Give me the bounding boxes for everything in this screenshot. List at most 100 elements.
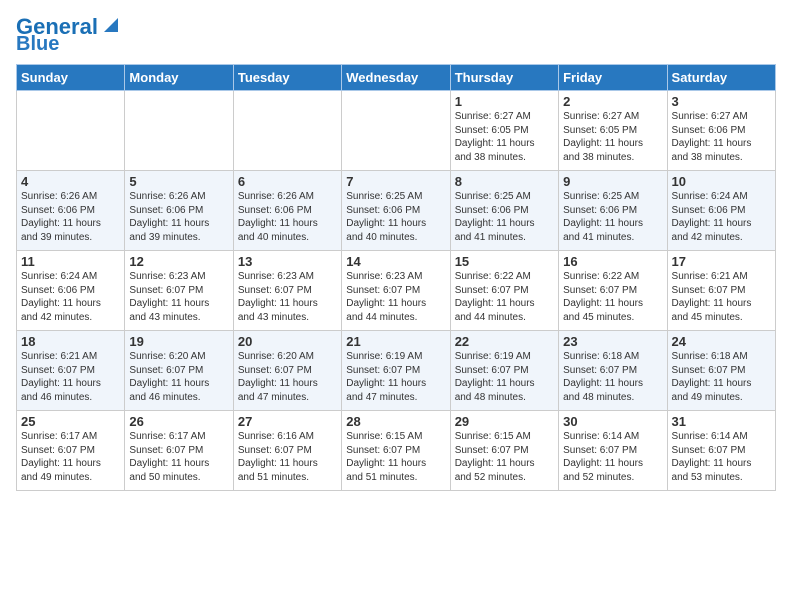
day-number: 27 <box>238 414 337 429</box>
cell-info: Sunrise: 6:20 AMSunset: 6:07 PMDaylight:… <box>238 350 337 404</box>
day-number: 9 <box>563 174 662 189</box>
weekday-header: Saturday <box>667 65 775 91</box>
day-number: 16 <box>563 254 662 269</box>
cell-info: Sunrise: 6:15 AMSunset: 6:07 PMDaylight:… <box>346 430 445 484</box>
calendar-cell: 20Sunrise: 6:20 AMSunset: 6:07 PMDayligh… <box>233 331 341 411</box>
day-number: 7 <box>346 174 445 189</box>
day-number: 30 <box>563 414 662 429</box>
calendar-cell: 14Sunrise: 6:23 AMSunset: 6:07 PMDayligh… <box>342 251 450 331</box>
day-number: 8 <box>455 174 554 189</box>
day-number: 14 <box>346 254 445 269</box>
day-number: 2 <box>563 94 662 109</box>
day-number: 5 <box>129 174 228 189</box>
cell-info: Sunrise: 6:23 AMSunset: 6:07 PMDaylight:… <box>238 270 337 324</box>
day-number: 29 <box>455 414 554 429</box>
cell-info: Sunrise: 6:21 AMSunset: 6:07 PMDaylight:… <box>672 270 771 324</box>
cell-info: Sunrise: 6:22 AMSunset: 6:07 PMDaylight:… <box>563 270 662 324</box>
cell-info: Sunrise: 6:16 AMSunset: 6:07 PMDaylight:… <box>238 430 337 484</box>
day-number: 10 <box>672 174 771 189</box>
calendar-cell: 22Sunrise: 6:19 AMSunset: 6:07 PMDayligh… <box>450 331 558 411</box>
cell-info: Sunrise: 6:24 AMSunset: 6:06 PMDaylight:… <box>672 190 771 244</box>
cell-info: Sunrise: 6:23 AMSunset: 6:07 PMDaylight:… <box>129 270 228 324</box>
cell-info: Sunrise: 6:25 AMSunset: 6:06 PMDaylight:… <box>455 190 554 244</box>
weekday-header: Sunday <box>17 65 125 91</box>
cell-info: Sunrise: 6:22 AMSunset: 6:07 PMDaylight:… <box>455 270 554 324</box>
cell-info: Sunrise: 6:17 AMSunset: 6:07 PMDaylight:… <box>129 430 228 484</box>
day-number: 26 <box>129 414 228 429</box>
weekday-header: Friday <box>559 65 667 91</box>
cell-info: Sunrise: 6:25 AMSunset: 6:06 PMDaylight:… <box>563 190 662 244</box>
calendar-cell: 23Sunrise: 6:18 AMSunset: 6:07 PMDayligh… <box>559 331 667 411</box>
day-number: 24 <box>672 334 771 349</box>
calendar-cell: 13Sunrise: 6:23 AMSunset: 6:07 PMDayligh… <box>233 251 341 331</box>
day-number: 1 <box>455 94 554 109</box>
day-number: 18 <box>21 334 120 349</box>
calendar-table: SundayMondayTuesdayWednesdayThursdayFrid… <box>16 64 776 491</box>
calendar-cell: 1Sunrise: 6:27 AMSunset: 6:05 PMDaylight… <box>450 91 558 171</box>
cell-info: Sunrise: 6:14 AMSunset: 6:07 PMDaylight:… <box>672 430 771 484</box>
calendar-cell <box>342 91 450 171</box>
cell-info: Sunrise: 6:25 AMSunset: 6:06 PMDaylight:… <box>346 190 445 244</box>
day-number: 31 <box>672 414 771 429</box>
cell-info: Sunrise: 6:19 AMSunset: 6:07 PMDaylight:… <box>455 350 554 404</box>
calendar-cell: 15Sunrise: 6:22 AMSunset: 6:07 PMDayligh… <box>450 251 558 331</box>
calendar-cell: 21Sunrise: 6:19 AMSunset: 6:07 PMDayligh… <box>342 331 450 411</box>
cell-info: Sunrise: 6:15 AMSunset: 6:07 PMDaylight:… <box>455 430 554 484</box>
cell-info: Sunrise: 6:20 AMSunset: 6:07 PMDaylight:… <box>129 350 228 404</box>
day-number: 15 <box>455 254 554 269</box>
calendar-cell: 12Sunrise: 6:23 AMSunset: 6:07 PMDayligh… <box>125 251 233 331</box>
calendar-week-row: 1Sunrise: 6:27 AMSunset: 6:05 PMDaylight… <box>17 91 776 171</box>
day-number: 23 <box>563 334 662 349</box>
calendar-cell: 28Sunrise: 6:15 AMSunset: 6:07 PMDayligh… <box>342 411 450 491</box>
cell-info: Sunrise: 6:24 AMSunset: 6:06 PMDaylight:… <box>21 270 120 324</box>
cell-info: Sunrise: 6:18 AMSunset: 6:07 PMDaylight:… <box>563 350 662 404</box>
cell-info: Sunrise: 6:27 AMSunset: 6:05 PMDaylight:… <box>563 110 662 164</box>
cell-info: Sunrise: 6:14 AMSunset: 6:07 PMDaylight:… <box>563 430 662 484</box>
calendar-cell: 11Sunrise: 6:24 AMSunset: 6:06 PMDayligh… <box>17 251 125 331</box>
day-number: 6 <box>238 174 337 189</box>
day-number: 17 <box>672 254 771 269</box>
page-header: General Blue <box>16 16 776 54</box>
cell-info: Sunrise: 6:27 AMSunset: 6:05 PMDaylight:… <box>455 110 554 164</box>
calendar-cell: 24Sunrise: 6:18 AMSunset: 6:07 PMDayligh… <box>667 331 775 411</box>
calendar-cell: 3Sunrise: 6:27 AMSunset: 6:06 PMDaylight… <box>667 91 775 171</box>
cell-info: Sunrise: 6:21 AMSunset: 6:07 PMDaylight:… <box>21 350 120 404</box>
cell-info: Sunrise: 6:23 AMSunset: 6:07 PMDaylight:… <box>346 270 445 324</box>
calendar-cell: 10Sunrise: 6:24 AMSunset: 6:06 PMDayligh… <box>667 171 775 251</box>
calendar-cell: 26Sunrise: 6:17 AMSunset: 6:07 PMDayligh… <box>125 411 233 491</box>
day-number: 12 <box>129 254 228 269</box>
weekday-header: Thursday <box>450 65 558 91</box>
cell-info: Sunrise: 6:26 AMSunset: 6:06 PMDaylight:… <box>129 190 228 244</box>
calendar-cell: 17Sunrise: 6:21 AMSunset: 6:07 PMDayligh… <box>667 251 775 331</box>
logo-blue-text: Blue <box>16 34 59 54</box>
calendar-header-row: SundayMondayTuesdayWednesdayThursdayFrid… <box>17 65 776 91</box>
calendar-cell <box>233 91 341 171</box>
day-number: 25 <box>21 414 120 429</box>
weekday-header: Tuesday <box>233 65 341 91</box>
logo-icon <box>100 14 122 36</box>
cell-info: Sunrise: 6:17 AMSunset: 6:07 PMDaylight:… <box>21 430 120 484</box>
day-number: 19 <box>129 334 228 349</box>
calendar-cell: 29Sunrise: 6:15 AMSunset: 6:07 PMDayligh… <box>450 411 558 491</box>
calendar-cell: 30Sunrise: 6:14 AMSunset: 6:07 PMDayligh… <box>559 411 667 491</box>
cell-info: Sunrise: 6:26 AMSunset: 6:06 PMDaylight:… <box>238 190 337 244</box>
calendar-cell: 31Sunrise: 6:14 AMSunset: 6:07 PMDayligh… <box>667 411 775 491</box>
calendar-week-row: 4Sunrise: 6:26 AMSunset: 6:06 PMDaylight… <box>17 171 776 251</box>
calendar-cell <box>125 91 233 171</box>
calendar-cell: 6Sunrise: 6:26 AMSunset: 6:06 PMDaylight… <box>233 171 341 251</box>
calendar-cell: 8Sunrise: 6:25 AMSunset: 6:06 PMDaylight… <box>450 171 558 251</box>
cell-info: Sunrise: 6:26 AMSunset: 6:06 PMDaylight:… <box>21 190 120 244</box>
calendar-week-row: 18Sunrise: 6:21 AMSunset: 6:07 PMDayligh… <box>17 331 776 411</box>
day-number: 20 <box>238 334 337 349</box>
weekday-header: Wednesday <box>342 65 450 91</box>
day-number: 4 <box>21 174 120 189</box>
day-number: 28 <box>346 414 445 429</box>
calendar-cell: 27Sunrise: 6:16 AMSunset: 6:07 PMDayligh… <box>233 411 341 491</box>
day-number: 22 <box>455 334 554 349</box>
weekday-header: Monday <box>125 65 233 91</box>
calendar-cell: 9Sunrise: 6:25 AMSunset: 6:06 PMDaylight… <box>559 171 667 251</box>
calendar-cell: 4Sunrise: 6:26 AMSunset: 6:06 PMDaylight… <box>17 171 125 251</box>
calendar-cell: 5Sunrise: 6:26 AMSunset: 6:06 PMDaylight… <box>125 171 233 251</box>
day-number: 11 <box>21 254 120 269</box>
cell-info: Sunrise: 6:18 AMSunset: 6:07 PMDaylight:… <box>672 350 771 404</box>
